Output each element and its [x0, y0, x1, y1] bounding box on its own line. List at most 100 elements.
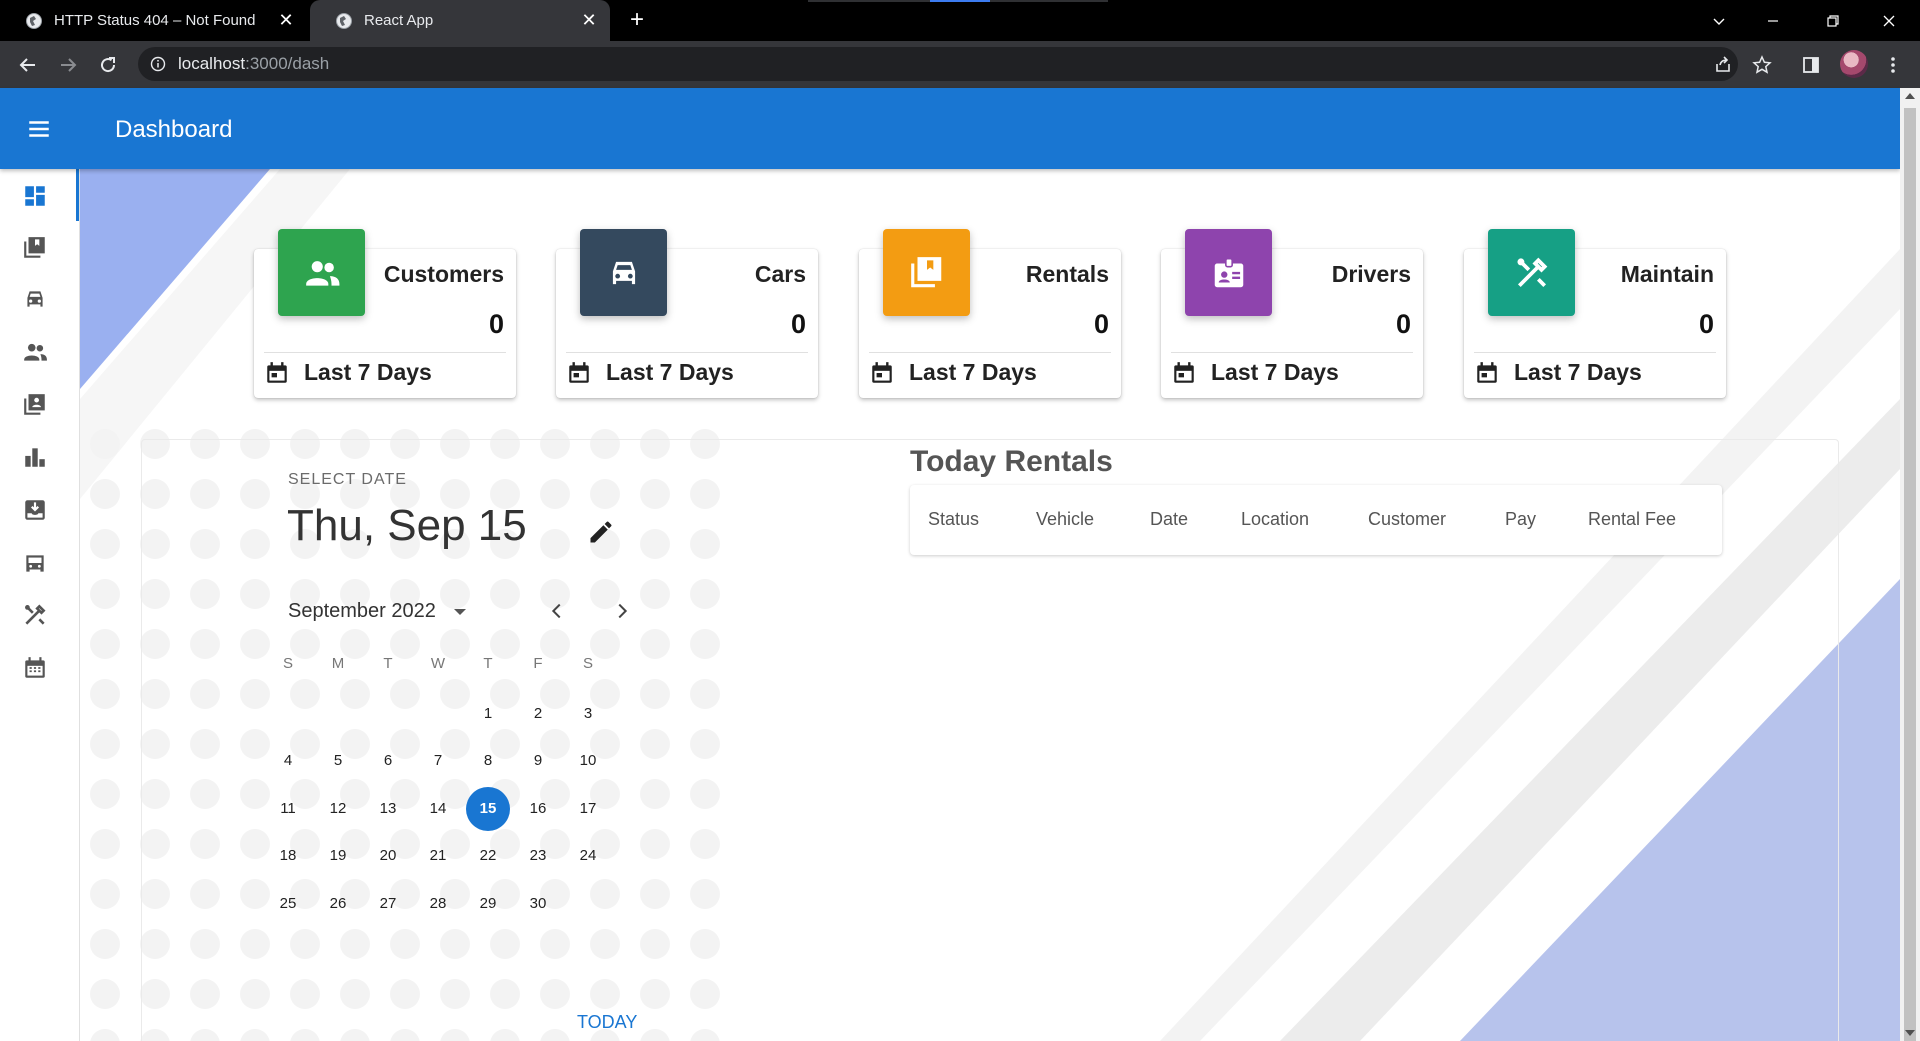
- stat-card-drivers[interactable]: Drivers 0 Last 7 Days: [1161, 229, 1423, 398]
- calendar-day[interactable]: 22: [466, 834, 510, 878]
- calendar-day[interactable]: 29: [466, 882, 510, 926]
- next-month-button[interactable]: [608, 597, 636, 625]
- bookmark-star-icon[interactable]: [1750, 53, 1774, 77]
- calendar-day[interactable]: 19: [316, 834, 360, 878]
- stat-card-cars[interactable]: Cars 0 Last 7 Days: [556, 229, 818, 398]
- stat-value: 0: [1395, 309, 1411, 339]
- stat-card-customers[interactable]: Customers 0 Last 7 Days: [254, 229, 516, 398]
- calendar-day[interactable]: 25: [266, 882, 310, 926]
- calendar-day[interactable]: 12: [316, 787, 360, 831]
- stat-card-rentals[interactable]: Rentals 0 Last 7 Days: [859, 229, 1121, 398]
- tab-search-icon[interactable]: [1692, 0, 1746, 41]
- menu-icon[interactable]: [24, 114, 54, 144]
- calendar-day[interactable]: 27: [366, 882, 410, 926]
- scroll-up-arrow[interactable]: [1905, 93, 1915, 99]
- close-window-button[interactable]: [1862, 0, 1916, 41]
- calendar-day[interactable]: 13: [366, 787, 410, 831]
- today-button[interactable]: TODAY: [577, 1012, 637, 1033]
- calendar-day[interactable]: 5: [316, 739, 360, 783]
- back-button[interactable]: [16, 53, 40, 77]
- divider: [1474, 352, 1716, 353]
- car-icon: [27, 291, 43, 307]
- close-tab-icon[interactable]: ✕: [580, 10, 598, 30]
- calendar-day[interactable]: 16: [516, 787, 560, 831]
- sidebar-item-returns[interactable]: [20, 495, 50, 525]
- sidebar-item-vehicles[interactable]: [20, 548, 50, 578]
- reload-button[interactable]: [96, 53, 120, 77]
- side-panel-icon[interactable]: [1799, 53, 1823, 77]
- calendar-day[interactable]: 26: [316, 882, 360, 926]
- minimize-button[interactable]: [1746, 0, 1800, 41]
- calendar-day[interactable]: 28: [416, 882, 460, 926]
- more-menu-icon[interactable]: [1881, 53, 1905, 77]
- tools-icon: [25, 604, 46, 625]
- dashboard-icon: [25, 186, 45, 206]
- close-tab-icon[interactable]: ✕: [277, 10, 295, 30]
- sidebar-item-dashboard[interactable]: [20, 181, 50, 211]
- column-header[interactable]: Status: [928, 509, 979, 530]
- forward-button[interactable]: [56, 53, 80, 77]
- column-header[interactable]: Vehicle: [1036, 509, 1094, 530]
- stat-label: Cars: [754, 261, 806, 287]
- profile-avatar[interactable]: [1840, 50, 1868, 78]
- calendar-day[interactable]: 3: [566, 692, 610, 736]
- badge-icon: [1185, 229, 1272, 316]
- edit-date-icon[interactable]: [587, 518, 617, 548]
- address-bar[interactable]: localhost:3000/dash: [138, 47, 1738, 81]
- calendar-day[interactable]: 2: [516, 692, 560, 736]
- calendar-day-selected[interactable]: 15: [466, 787, 510, 831]
- previous-month-button[interactable]: [543, 597, 571, 625]
- divider: [264, 352, 506, 353]
- browser-tab-react-app[interactable]: React App ✕: [310, 0, 610, 41]
- car-front-icon: [26, 555, 44, 572]
- chevron-right-icon: [618, 603, 628, 619]
- stat-card-maintain[interactable]: Maintain 0 Last 7 Days: [1464, 229, 1726, 398]
- column-header[interactable]: Location: [1241, 509, 1309, 530]
- calendar-day[interactable]: 21: [416, 834, 460, 878]
- calendar-day[interactable]: 11: [266, 787, 310, 831]
- share-icon[interactable]: [1711, 53, 1735, 77]
- column-header[interactable]: Pay: [1505, 509, 1536, 530]
- sidebar-item-rentals[interactable]: [20, 233, 50, 263]
- sidebar-item-reports[interactable]: [20, 442, 50, 472]
- calendar-icon: [872, 361, 892, 383]
- month-selector[interactable]: September 2022: [288, 600, 466, 623]
- app-bar: Dashboard: [0, 88, 1900, 169]
- url-path: :3000/dash: [245, 54, 330, 73]
- column-header[interactable]: Customer: [1368, 509, 1446, 530]
- calendar-day[interactable]: 10: [566, 739, 610, 783]
- tab-strip-indicator: [930, 0, 990, 2]
- info-icon[interactable]: [150, 56, 166, 72]
- calendar-day[interactable]: 7: [416, 739, 460, 783]
- sidebar-item-drivers[interactable]: [20, 390, 50, 420]
- calendar-icon: [569, 361, 589, 383]
- calendar-day[interactable]: 4: [266, 739, 310, 783]
- calendar-day[interactable]: 30: [516, 882, 560, 926]
- scroll-down-arrow[interactable]: [1905, 1030, 1915, 1036]
- calendar-day[interactable]: 24: [566, 834, 610, 878]
- column-header[interactable]: Date: [1150, 509, 1188, 530]
- new-tab-button[interactable]: +: [625, 8, 649, 32]
- sidebar-item-cars[interactable]: [20, 284, 50, 314]
- scrollbar-thumb[interactable]: [1904, 108, 1916, 1041]
- stat-footer-label: Last 7 Days: [1514, 359, 1642, 385]
- sidebar-item-calendar[interactable]: [20, 653, 50, 683]
- restore-button[interactable]: [1806, 0, 1860, 41]
- page-scrollbar[interactable]: [1900, 88, 1920, 1041]
- browser-tab-404[interactable]: HTTP Status 404 – Not Found ✕: [0, 0, 307, 41]
- calendar-day[interactable]: 20: [366, 834, 410, 878]
- column-header[interactable]: Rental Fee: [1588, 509, 1676, 530]
- sidebar-item-customers[interactable]: [20, 337, 50, 367]
- calendar-day[interactable]: 18: [266, 834, 310, 878]
- calendar-day[interactable]: 9: [516, 739, 560, 783]
- today-rentals-title: Today Rentals: [910, 445, 1113, 478]
- calendar-day[interactable]: 14: [416, 787, 460, 831]
- divider: [869, 352, 1111, 353]
- calendar-day[interactable]: 1: [466, 692, 510, 736]
- selected-date: Thu, Sep 15: [287, 501, 527, 550]
- calendar-day[interactable]: 6: [366, 739, 410, 783]
- calendar-day[interactable]: 23: [516, 834, 560, 878]
- sidebar-item-maintenance[interactable]: [20, 600, 50, 630]
- calendar-day[interactable]: 17: [566, 787, 610, 831]
- calendar-day[interactable]: 8: [466, 739, 510, 783]
